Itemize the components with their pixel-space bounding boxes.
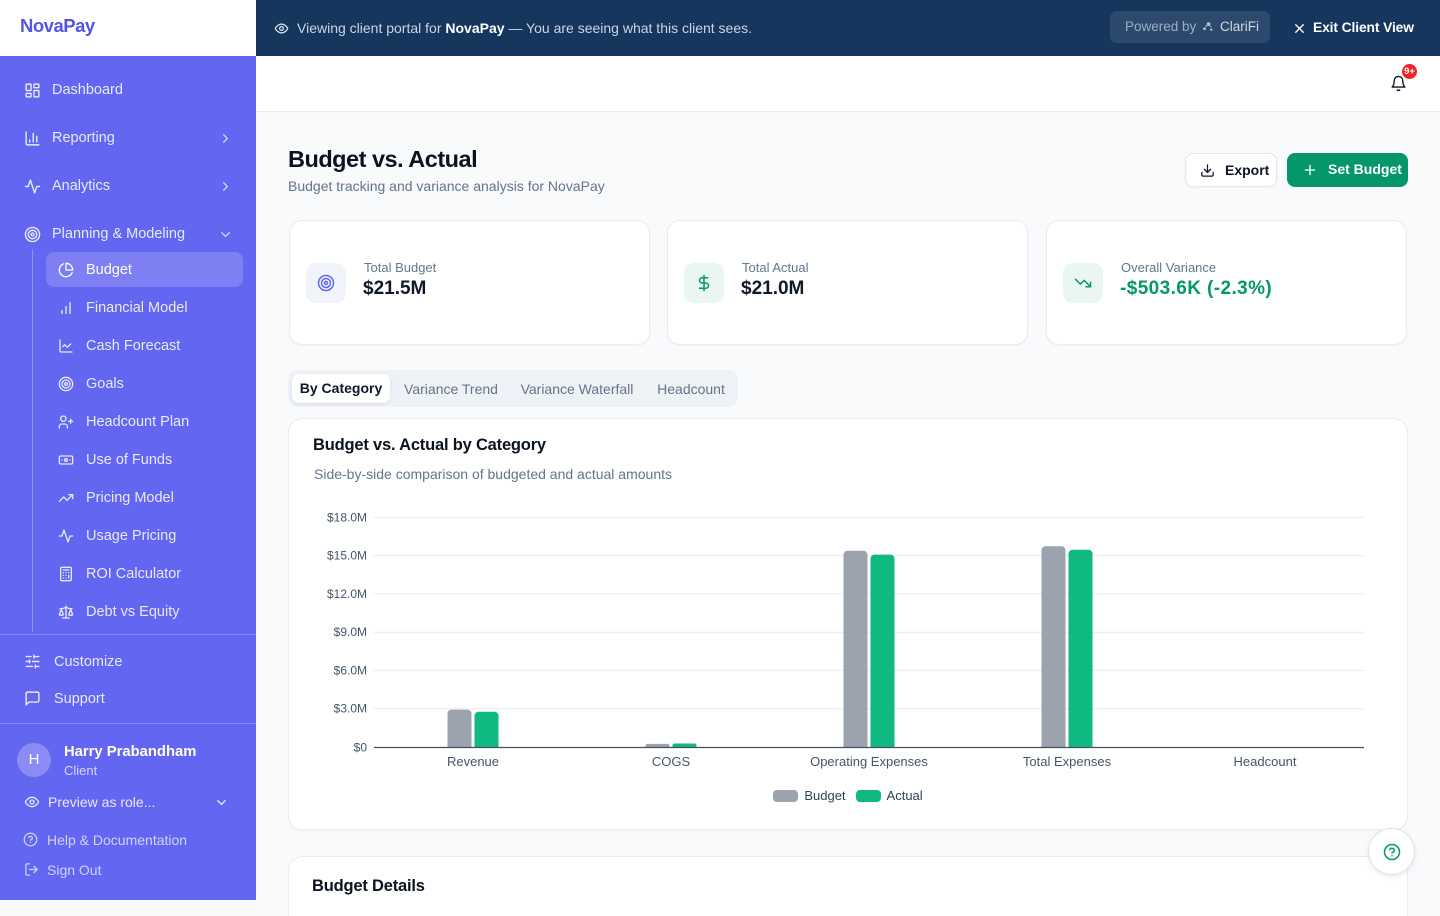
- svg-text:Operating Expenses: Operating Expenses: [810, 754, 928, 769]
- svg-text:$12.0M: $12.0M: [327, 587, 367, 601]
- svg-text:$6.0M: $6.0M: [334, 663, 367, 677]
- svg-text:$3.0M: $3.0M: [334, 702, 367, 716]
- svg-text:$0: $0: [354, 740, 368, 754]
- svg-text:$15.0M: $15.0M: [327, 549, 367, 563]
- svg-text:Headcount: Headcount: [1234, 754, 1297, 769]
- svg-text:Total Expenses: Total Expenses: [1023, 754, 1112, 769]
- svg-text:COGS: COGS: [652, 754, 691, 769]
- svg-text:$18.0M: $18.0M: [327, 510, 367, 524]
- svg-text:Revenue: Revenue: [447, 754, 499, 769]
- svg-text:$9.0M: $9.0M: [334, 625, 367, 639]
